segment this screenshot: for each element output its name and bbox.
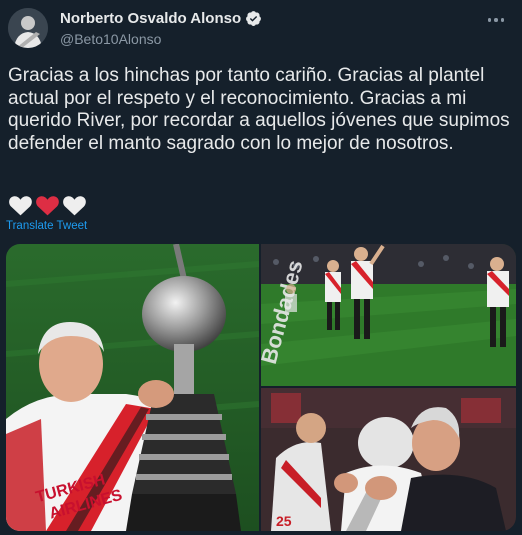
media-grid: TURKISH AIRLINES Bondades 25 <box>6 244 516 531</box>
white-heart-icon <box>63 196 86 216</box>
photo-trophy[interactable]: TURKISH AIRLINES <box>6 244 259 531</box>
verified-badge-icon <box>245 10 262 27</box>
more-options-icon[interactable] <box>484 10 508 30</box>
name-row: Norberto Osvaldo Alonso <box>60 10 262 27</box>
photo-embrace[interactable]: 25 <box>261 388 516 531</box>
display-name[interactable]: Norberto Osvaldo Alonso <box>60 10 241 27</box>
tweet-text: Gracias a los hinchas por tanto cariño. … <box>8 65 515 154</box>
avatar[interactable] <box>8 8 48 48</box>
emoji-row <box>8 193 87 217</box>
svg-text:25: 25 <box>276 513 292 529</box>
tweet-card: Norberto Osvaldo Alonso @Beto10Alonso Gr… <box>0 0 522 535</box>
photo-field[interactable]: Bondades <box>261 244 516 386</box>
red-heart-icon <box>36 196 59 216</box>
translate-tweet-link[interactable]: Translate Tweet <box>6 220 87 232</box>
handle[interactable]: @Beto10Alonso <box>60 31 161 47</box>
white-heart-icon <box>9 196 32 216</box>
